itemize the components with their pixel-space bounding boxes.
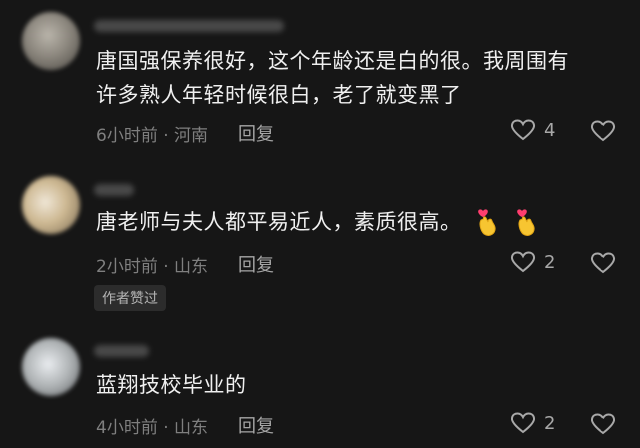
heart-hands-emoji xyxy=(477,209,496,236)
username-blurred[interactable] xyxy=(94,184,134,196)
username-blurred[interactable] xyxy=(94,345,149,357)
like-count: 2 xyxy=(544,251,556,273)
comment-time-location: 2小时前 · 山东 xyxy=(96,256,209,277)
author-liked-badge: 作者赞过 xyxy=(94,285,166,311)
broken-heart-icon[interactable] xyxy=(590,252,616,274)
comment-text-line: 唐国强保养很好，这个年龄还是白的很。我周围有 xyxy=(96,49,569,73)
username-blurred[interactable] xyxy=(94,20,284,32)
reply-button[interactable]: 回复 xyxy=(238,412,274,438)
heart-outline-icon xyxy=(510,119,536,141)
comment-text: 唐老师与夫人都平易近人，素质很高。 xyxy=(96,205,616,239)
like-count: 2 xyxy=(544,412,556,434)
reply-button[interactable]: 回复 xyxy=(238,120,274,146)
comment-text-line: 蓝翔技校毕业的 xyxy=(96,373,247,397)
like-button[interactable]: 2 xyxy=(510,251,555,273)
avatar[interactable] xyxy=(22,176,80,234)
comment-text: 唐国强保养很好，这个年龄还是白的很。我周围有 许多熟人年轻时候很白，老了就变黑了 xyxy=(96,44,616,112)
like-count: 4 xyxy=(544,119,556,141)
broken-heart-icon[interactable] xyxy=(590,120,616,142)
comment-time-location: 4小时前 · 山东 xyxy=(96,417,209,438)
reply-button[interactable]: 回复 xyxy=(238,251,274,277)
comment-text-line: 唐老师与夫人都平易近人，素质很高。 xyxy=(96,210,462,234)
comment-meta: 2小时前 · 山东 回复 xyxy=(96,251,274,277)
heart-hands-emoji xyxy=(517,209,535,236)
like-button[interactable]: 2 xyxy=(510,412,555,434)
like-button[interactable]: 4 xyxy=(510,119,555,141)
comment-text-line: 许多熟人年轻时候很白，老了就变黑了 xyxy=(96,83,462,107)
avatar[interactable] xyxy=(22,12,80,70)
comment-time-location: 6小时前 · 河南 xyxy=(96,125,209,146)
comment-meta: 6小时前 · 河南 回复 xyxy=(96,120,274,146)
broken-heart-icon[interactable] xyxy=(590,413,616,435)
comment-meta: 4小时前 · 山东 回复 xyxy=(96,412,274,438)
comment-text: 蓝翔技校毕业的 xyxy=(96,368,616,402)
heart-outline-icon xyxy=(510,251,536,273)
avatar[interactable] xyxy=(22,338,80,396)
heart-outline-icon xyxy=(510,412,536,434)
